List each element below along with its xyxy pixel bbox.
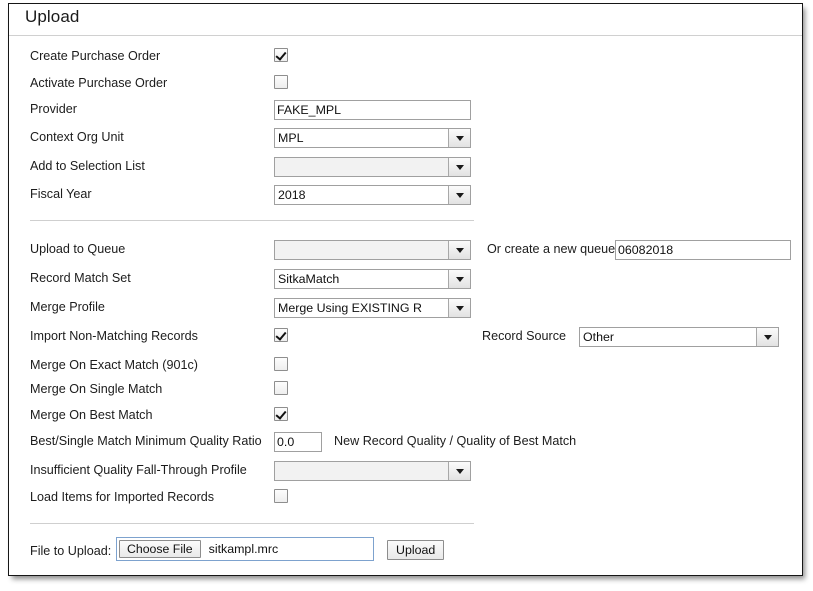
label-create-purchase-order: Create Purchase Order bbox=[30, 49, 161, 63]
merge-profile-select[interactable]: Merge Using EXISTING R bbox=[274, 298, 471, 318]
add-to-selection-list-select[interactable] bbox=[274, 157, 471, 177]
chevron-down-icon[interactable] bbox=[448, 462, 470, 480]
selected-file-name: sitkampl.mrc bbox=[208, 542, 279, 556]
row-upload-to-queue: Upload to Queue Or create a new queue bbox=[9, 240, 802, 262]
label-merge-on-single-match: Merge On Single Match bbox=[30, 382, 163, 396]
checkbox-box bbox=[274, 489, 288, 503]
row-create-purchase-order: Create Purchase Order bbox=[9, 47, 802, 69]
label-activate-purchase-order: Activate Purchase Order bbox=[30, 76, 168, 90]
checkbox-box bbox=[274, 48, 288, 62]
checkbox-box bbox=[274, 357, 288, 371]
section-separator-1 bbox=[30, 220, 474, 221]
fiscal-year-value: 2018 bbox=[278, 188, 306, 202]
label-merge-profile: Merge Profile bbox=[30, 300, 105, 314]
label-min-quality-ratio: Best/Single Match Minimum Quality Ratio bbox=[30, 434, 262, 448]
section-separator-2 bbox=[30, 523, 474, 524]
row-merge-on-best-match: Merge On Best Match bbox=[9, 406, 802, 428]
label-or-create-new-queue: Or create a new queue bbox=[487, 242, 616, 256]
chevron-down-icon[interactable] bbox=[448, 270, 470, 288]
label-merge-on-exact-match: Merge On Exact Match (901c) bbox=[30, 358, 198, 372]
row-provider: Provider bbox=[9, 100, 802, 122]
fiscal-year-select[interactable]: 2018 bbox=[274, 185, 471, 205]
label-context-org-unit: Context Org Unit bbox=[30, 130, 124, 144]
row-activate-purchase-order: Activate Purchase Order bbox=[9, 74, 802, 96]
checkbox-create-purchase-order[interactable] bbox=[274, 47, 288, 66]
label-load-items: Load Items for Imported Records bbox=[30, 490, 215, 504]
row-record-match-set: Record Match Set SitkaMatch bbox=[9, 269, 802, 291]
checkbox-activate-purchase-order[interactable] bbox=[274, 74, 288, 93]
new-queue-input[interactable] bbox=[615, 240, 791, 260]
checkbox-merge-on-single-match[interactable] bbox=[274, 380, 288, 399]
label-record-source: Record Source bbox=[482, 329, 566, 343]
row-add-to-selection-list: Add to Selection List bbox=[9, 157, 802, 179]
row-merge-profile: Merge Profile Merge Using EXISTING R bbox=[9, 298, 802, 320]
label-upload-to-queue: Upload to Queue bbox=[30, 242, 126, 256]
row-context-org-unit: Context Org Unit MPL bbox=[9, 128, 802, 150]
label-record-match-set: Record Match Set bbox=[30, 271, 131, 285]
fall-through-profile-select[interactable] bbox=[274, 461, 471, 481]
file-input-wrapper[interactable]: Choose File sitkampl.mrc bbox=[116, 537, 374, 561]
row-merge-on-single-match: Merge On Single Match bbox=[9, 380, 802, 402]
checkbox-load-items[interactable] bbox=[274, 488, 288, 507]
context-org-unit-value: MPL bbox=[278, 131, 304, 145]
chevron-down-icon[interactable] bbox=[448, 186, 470, 204]
label-fall-through-profile: Insufficient Quality Fall-Through Profil… bbox=[30, 463, 247, 477]
provider-input[interactable] bbox=[274, 100, 471, 120]
upload-to-queue-select[interactable] bbox=[274, 240, 471, 260]
row-min-quality-ratio: Best/Single Match Minimum Quality Ratio … bbox=[9, 432, 802, 454]
row-merge-on-exact-match: Merge On Exact Match (901c) bbox=[9, 356, 802, 378]
checkbox-box bbox=[274, 75, 288, 89]
chevron-down-icon[interactable] bbox=[448, 158, 470, 176]
checkbox-merge-on-best-match[interactable] bbox=[274, 406, 288, 425]
row-import-non-matching-records: Import Non-Matching Records Record Sourc… bbox=[9, 327, 802, 349]
row-fiscal-year: Fiscal Year 2018 bbox=[9, 185, 802, 207]
hint-quality-ratio: New Record Quality / Quality of Best Mat… bbox=[334, 434, 577, 448]
min-quality-ratio-input[interactable] bbox=[274, 432, 322, 452]
checkbox-import-non-matching-records[interactable] bbox=[274, 327, 288, 346]
chevron-down-icon[interactable] bbox=[756, 328, 778, 346]
checkbox-box bbox=[274, 381, 288, 395]
row-fall-through-profile: Insufficient Quality Fall-Through Profil… bbox=[9, 461, 802, 483]
record-match-set-value: SitkaMatch bbox=[278, 272, 340, 286]
chevron-down-icon[interactable] bbox=[448, 241, 470, 259]
row-load-items: Load Items for Imported Records bbox=[9, 488, 802, 510]
context-org-unit-select[interactable]: MPL bbox=[274, 128, 471, 148]
label-file-to-upload: File to Upload: bbox=[30, 544, 112, 558]
label-provider: Provider bbox=[30, 102, 77, 116]
checkbox-box bbox=[274, 328, 288, 342]
label-fiscal-year: Fiscal Year bbox=[30, 187, 92, 201]
record-source-value: Other bbox=[583, 330, 614, 344]
chevron-down-icon[interactable] bbox=[448, 299, 470, 317]
label-add-to-selection-list: Add to Selection List bbox=[30, 159, 145, 173]
label-merge-on-best-match: Merge On Best Match bbox=[30, 408, 153, 422]
choose-file-button[interactable]: Choose File bbox=[119, 540, 201, 558]
label-import-non-matching-records: Import Non-Matching Records bbox=[30, 329, 198, 343]
upload-window: Upload Create Purchase Order Activate Pu… bbox=[8, 3, 803, 576]
checkbox-box bbox=[274, 407, 288, 421]
chevron-down-icon[interactable] bbox=[448, 129, 470, 147]
record-source-select[interactable]: Other bbox=[579, 327, 779, 347]
checkbox-merge-on-exact-match[interactable] bbox=[274, 356, 288, 375]
title-bar: Upload bbox=[9, 4, 802, 36]
merge-profile-value: Merge Using EXISTING R bbox=[278, 301, 422, 315]
page-title: Upload bbox=[25, 7, 80, 26]
record-match-set-select[interactable]: SitkaMatch bbox=[274, 269, 471, 289]
upload-button[interactable]: Upload bbox=[387, 540, 445, 560]
